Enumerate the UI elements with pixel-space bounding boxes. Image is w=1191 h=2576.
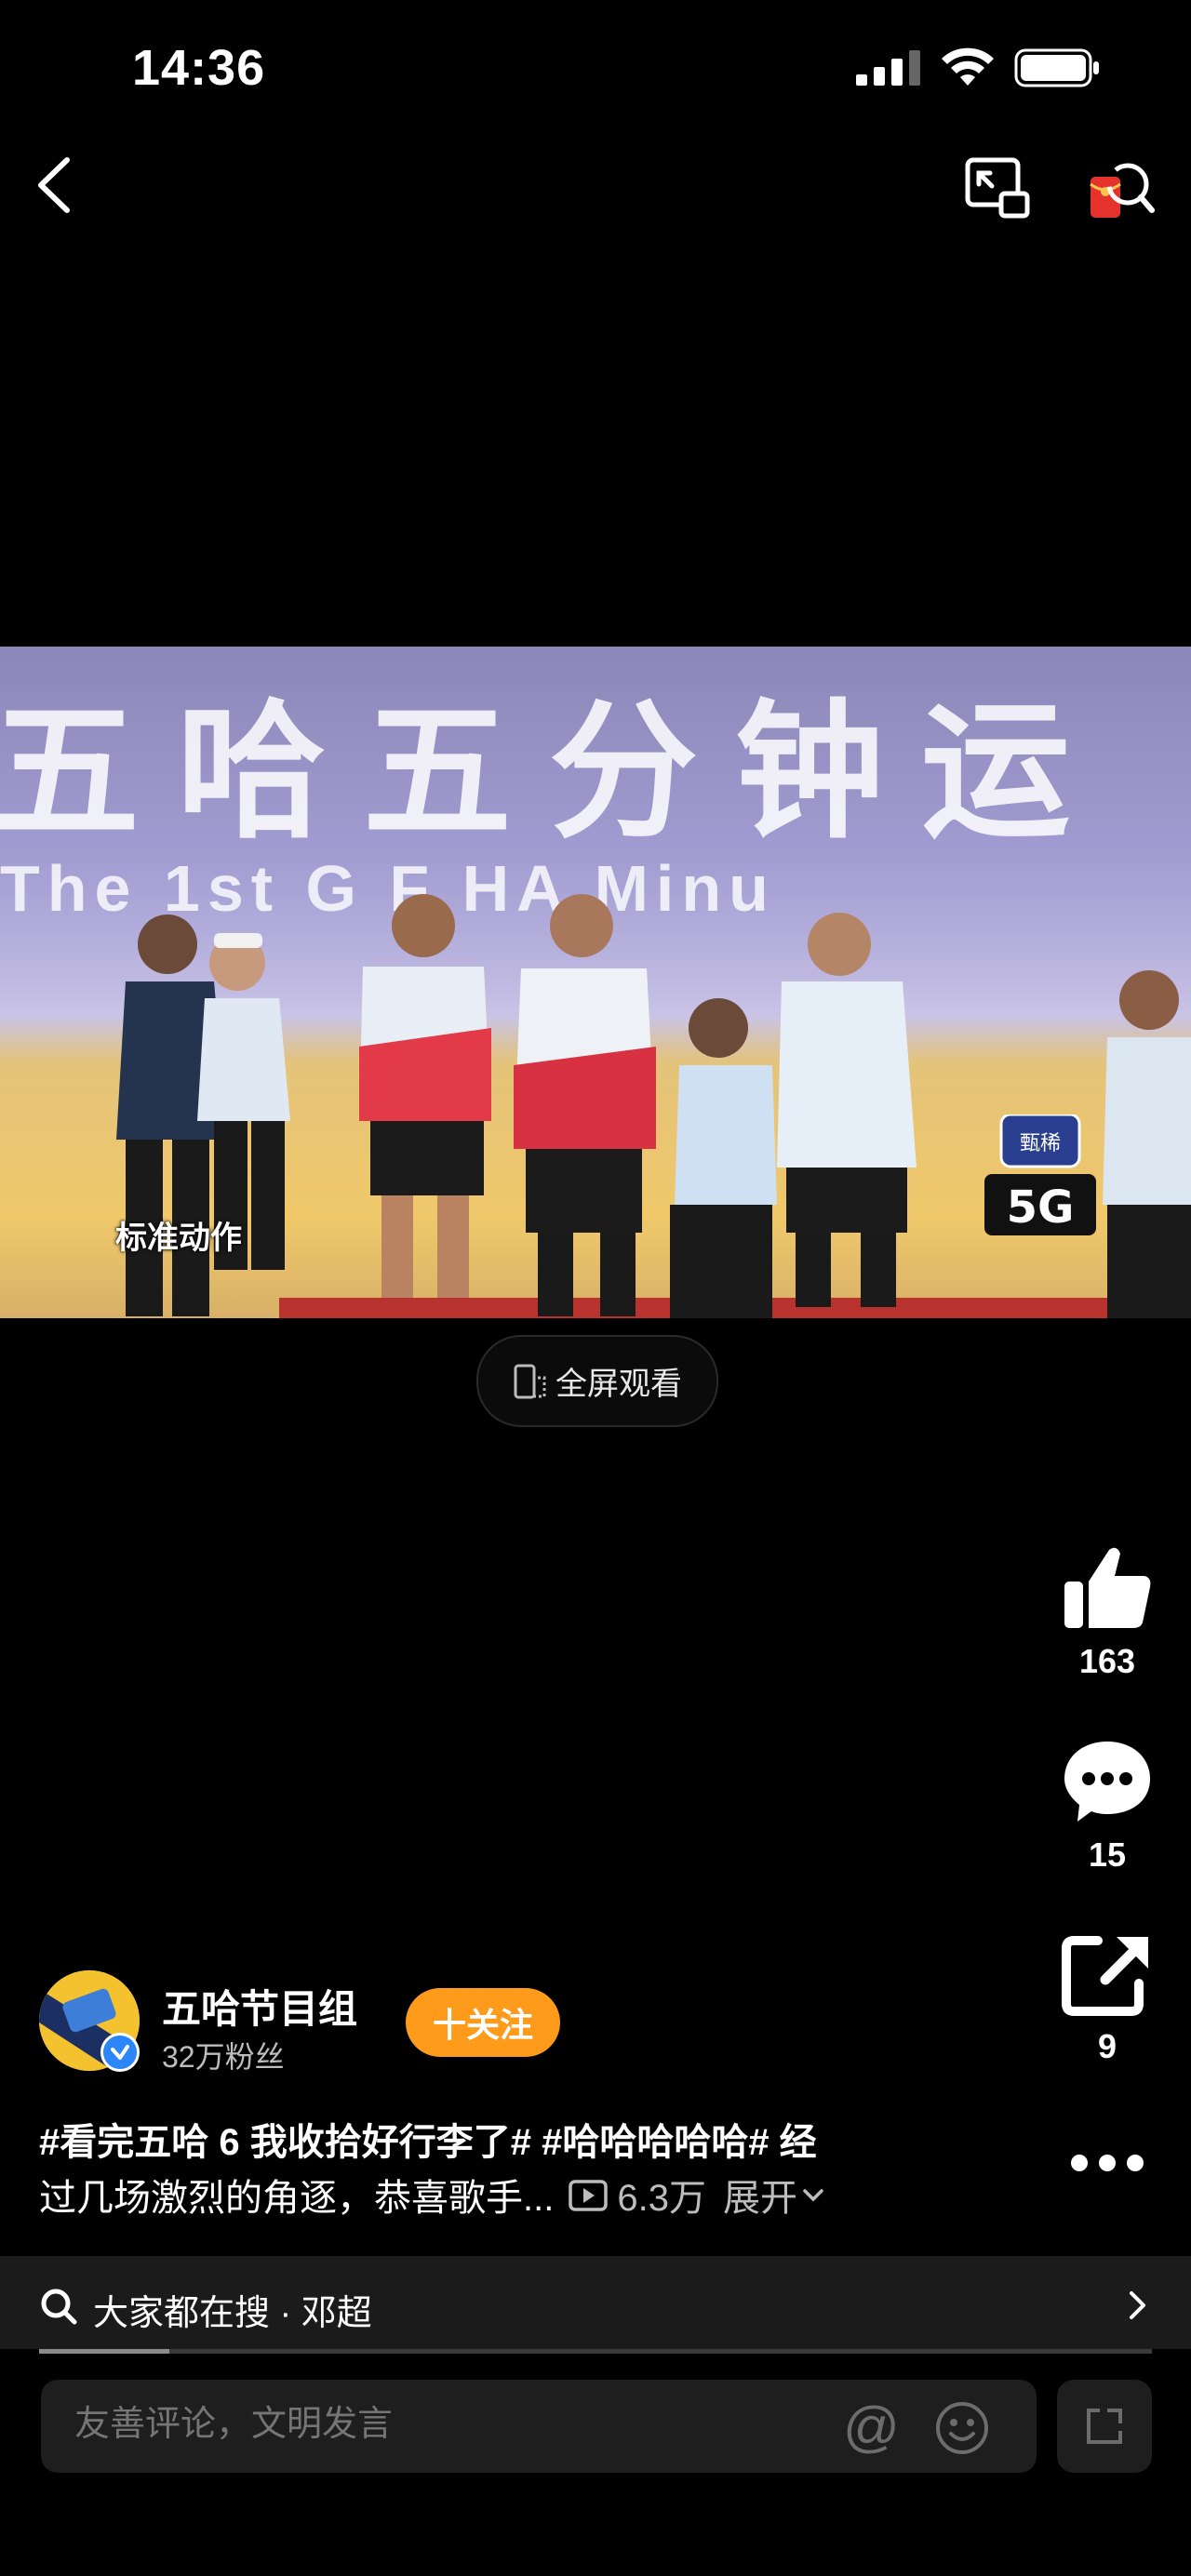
cellular-signal-icon — [856, 48, 925, 90]
comment-bar[interactable]: @ — [41, 2380, 1037, 2473]
svg-text:甄稀: 甄稀 — [1020, 1132, 1061, 1155]
more-dots-icon — [1071, 2155, 1144, 2171]
battery-icon — [1014, 48, 1102, 92]
trending-search-label[interactable]: 大家都在搜 · 邓超 — [93, 2284, 372, 2335]
comment-bubble-icon — [1064, 1742, 1150, 1822]
mention-at-icon[interactable]: @ — [843, 2395, 900, 2459]
comment-input[interactable] — [73, 2404, 802, 2446]
video-progress-fill — [39, 2349, 169, 2354]
back-button[interactable] — [33, 156, 74, 219]
like-button[interactable]: 163 — [1042, 1544, 1172, 1681]
description-snippet: 过几场激烈的角逐，恭喜歌手... — [39, 2178, 555, 2219]
video-player[interactable]: 五哈五分钟运 The 1st G F HA Minu 标准动作 甄稀 5G — [0, 647, 1191, 1318]
like-count: 163 — [1078, 1642, 1136, 1680]
emoji-icon[interactable] — [934, 2400, 990, 2461]
comment-count: 15 — [1088, 1835, 1127, 1874]
share-count: 9 — [1097, 2027, 1117, 2065]
chevron-right-icon[interactable] — [1128, 2289, 1148, 2326]
picture-in-picture-icon[interactable] — [964, 156, 1031, 224]
view-count: 6.3万 — [617, 2178, 706, 2219]
wifi-icon — [938, 43, 997, 92]
expand-icon — [1087, 2409, 1122, 2444]
video-progress-track[interactable] — [39, 2349, 1152, 2354]
share-button[interactable]: 9 — [1042, 1933, 1172, 2066]
fullscreen-label: 全屏观看 — [555, 1367, 682, 1402]
fullscreen-watch-button[interactable]: 全屏观看 — [476, 1335, 718, 1427]
author-fans-count: 32万粉丝 — [162, 2040, 285, 2074]
verified-badge-icon — [100, 2033, 140, 2072]
search-icon — [39, 2287, 78, 2330]
video-caption: 标准动作 — [115, 1221, 242, 1256]
thumbs-up-icon — [1064, 1547, 1151, 1628]
phone-rotate-icon — [514, 1364, 546, 1398]
share-icon — [1062, 1936, 1148, 2016]
play-views-icon — [569, 2180, 609, 2211]
author-name[interactable]: 五哈节目组 — [162, 1978, 357, 2035]
chevron-down-icon — [803, 2189, 823, 2202]
follow-button[interactable]: 十关注 — [406, 1988, 560, 2057]
channel-logo: 甄稀 5G — [984, 1113, 1096, 1240]
description-text[interactable]: 过几场激烈的角逐，恭喜歌手... 6.3万 展开 — [39, 2168, 825, 2222]
svg-text:5G: 5G — [1007, 1181, 1075, 1234]
description-hashtags[interactable]: #看完五哈 6 我收拾好行李了# #哈哈哈哈哈# 经 — [39, 2112, 817, 2166]
comment-button[interactable]: 15 — [1042, 1738, 1172, 1875]
red-packet-search-icon[interactable] — [1087, 156, 1156, 228]
more-options-button[interactable] — [1042, 2149, 1172, 2182]
expand-comment-button[interactable] — [1057, 2380, 1152, 2473]
status-time: 14:36 — [132, 40, 266, 96]
expand-link[interactable]: 展开 — [723, 2168, 797, 2222]
video-banner-text: 五哈五分钟运 — [0, 685, 1108, 859]
